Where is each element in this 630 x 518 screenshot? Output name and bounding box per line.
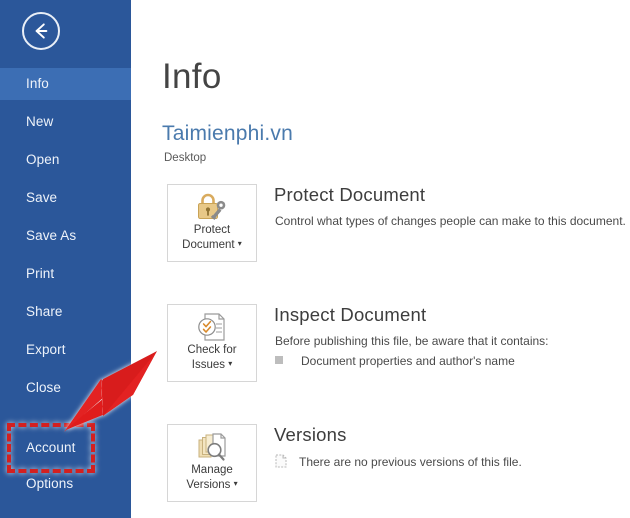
document-icon	[275, 454, 287, 471]
section-protect-document: Protect Document ▾ Protect Document Cont…	[167, 184, 626, 262]
chevron-down-icon: ▾	[237, 239, 242, 248]
check-for-issues-button[interactable]: Check for Issues ▾	[167, 304, 257, 382]
document-glyph	[275, 454, 287, 468]
lock-and-key-icon	[168, 185, 256, 223]
sidebar-label: Save As	[26, 228, 77, 243]
check-issues-line2: Issues ▾	[168, 357, 256, 372]
sidebar-item-share[interactable]: Share	[0, 296, 131, 328]
versions-bullet-text: There are no previous versions of this f…	[299, 455, 522, 469]
check-issues-line2-text: Issues	[191, 359, 226, 371]
sidebar-item-export[interactable]: Export	[0, 334, 131, 366]
sidebar-item-save-as[interactable]: Save As	[0, 220, 131, 252]
document-stack-magnifier-glyph	[198, 433, 226, 461]
manage-versions-button[interactable]: Manage Versions ▾	[167, 424, 257, 502]
inspect-bullet-text: Document properties and author's name	[301, 354, 515, 368]
check-issues-line1: Check for	[187, 344, 237, 356]
sidebar-label: Print	[26, 266, 55, 281]
sidebar-label: Account	[26, 440, 76, 455]
chevron-down-icon: ▾	[233, 479, 238, 488]
inspect-document-description: Before publishing this file, be aware th…	[275, 334, 549, 348]
versions-heading: Versions	[274, 424, 347, 445]
protect-button-line1: Protect	[193, 224, 231, 236]
backstage-main-panel: Info Taimienphi.vn Desktop Protect Docum…	[131, 0, 630, 518]
versions-bullet: There are no previous versions of this f…	[275, 454, 522, 471]
back-arrow-glyph	[35, 23, 48, 39]
sidebar-label: Save	[26, 190, 58, 205]
sidebar-label: Close	[26, 380, 62, 395]
chevron-down-icon: ▾	[228, 359, 233, 368]
sidebar-label: Export	[26, 342, 66, 357]
manage-versions-line2: Versions ▾	[168, 477, 256, 492]
section-versions: Manage Versions ▾ Versions There are no …	[167, 424, 607, 502]
inspect-document-heading: Inspect Document	[274, 304, 427, 325]
sidebar-label: New	[26, 114, 54, 129]
sidebar-item-open[interactable]: Open	[0, 144, 131, 176]
sidebar-item-save[interactable]: Save	[0, 182, 131, 214]
sidebar-item-options[interactable]: Options	[0, 468, 131, 500]
protect-button-line2-text: Document	[182, 239, 235, 251]
sidebar-item-close[interactable]: Close	[0, 372, 131, 404]
protect-document-description: Control what types of changes people can…	[275, 214, 626, 228]
sidebar-item-account[interactable]: Account	[0, 432, 131, 464]
protect-document-heading: Protect Document	[274, 184, 426, 205]
sidebar-label: Options	[26, 476, 74, 491]
document-location: Desktop	[164, 152, 207, 164]
document-name: Taimienphi.vn	[162, 122, 293, 145]
document-stack-magnifier-icon	[168, 425, 256, 463]
sidebar-label: Info	[26, 76, 49, 91]
protect-button-line2: Document ▾	[168, 237, 256, 252]
back-arrow-icon[interactable]	[22, 12, 60, 50]
protect-document-button[interactable]: Protect Document ▾	[167, 184, 257, 262]
sidebar-label: Share	[26, 304, 63, 319]
lock-and-key-glyph	[198, 193, 226, 220]
section-inspect-document: Check for Issues ▾ Inspect Document Befo…	[167, 304, 607, 382]
sidebar-item-info[interactable]: Info	[0, 68, 131, 100]
sidebar-item-new[interactable]: New	[0, 106, 131, 138]
page-title: Info	[162, 57, 222, 96]
inspect-document-bullet: Document properties and author's name	[275, 354, 515, 368]
square-bullet-icon	[275, 356, 283, 364]
manage-versions-line2-text: Versions	[186, 479, 231, 491]
backstage-view: Info New Open Save Save As Print Share E…	[0, 0, 630, 518]
sidebar-label: Open	[26, 152, 60, 167]
manage-versions-line1: Manage	[191, 464, 233, 476]
sidebar-item-print[interactable]: Print	[0, 258, 131, 290]
backstage-sidebar: Info New Open Save Save As Print Share E…	[0, 0, 131, 518]
document-check-glyph	[198, 313, 225, 341]
document-check-icon	[168, 305, 256, 343]
